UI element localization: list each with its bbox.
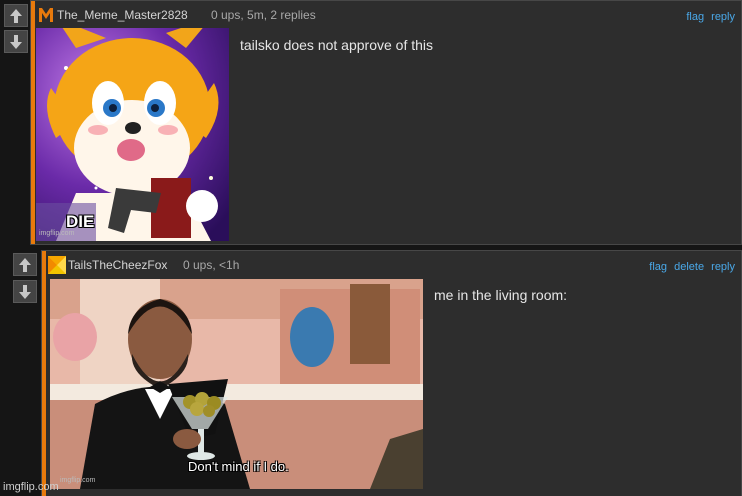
comment-meta: 0 ups, 5m, 2 replies: [211, 8, 316, 22]
comment-header: The_Meme_Master2828 0 ups, 5m, 2 replies…: [35, 6, 735, 25]
comment-image: DIE imgflip.com: [36, 28, 229, 241]
arrow-down-icon: [10, 35, 22, 49]
downvote-button[interactable]: [13, 280, 37, 303]
username-link[interactable]: The_Meme_Master2828: [57, 7, 188, 23]
reply-link[interactable]: reply: [711, 11, 735, 23]
comment-header: TailsTheCheezFox 0 ups, <1h flag delete …: [46, 256, 735, 275]
user-avatar-icon: [37, 6, 55, 24]
flag-link[interactable]: flag: [686, 11, 704, 23]
image-caption: DIE: [66, 212, 95, 231]
comment-text: tailsko does not approve of this: [240, 37, 434, 53]
comment: The_Meme_Master2828 0 ups, 5m, 2 replies…: [30, 0, 742, 245]
comment-actions: flag delete reply: [645, 259, 735, 275]
comment-actions: flag reply: [682, 9, 735, 25]
arrow-up-icon: [10, 9, 22, 23]
user-avatar-icon: [48, 256, 66, 274]
comment: TailsTheCheezFox 0 ups, <1h flag delete …: [41, 250, 742, 496]
upvote-button[interactable]: [4, 4, 28, 27]
downvote-button[interactable]: [4, 30, 28, 53]
arrow-up-icon: [19, 258, 31, 272]
comment-meta: 0 ups, <1h: [183, 258, 240, 272]
image-watermark: imgflip.com: [60, 477, 96, 484]
image-watermark: imgflip.com: [39, 230, 75, 237]
delete-link[interactable]: delete: [674, 261, 704, 273]
flag-link[interactable]: flag: [649, 261, 667, 273]
comment-image: Don't mind if I do. imgflip.com: [50, 279, 423, 489]
fox-illustration: [36, 28, 229, 241]
comment-accent-stripe: [42, 251, 46, 496]
arrow-down-icon: [19, 285, 31, 299]
man-with-drink-photo: [50, 279, 423, 489]
comment-accent-stripe: [31, 1, 35, 244]
footer-watermark: imgflip.com: [3, 481, 59, 493]
image-caption: Don't mind if I do.: [188, 459, 289, 474]
username-link[interactable]: TailsTheCheezFox: [68, 257, 167, 273]
reply-link[interactable]: reply: [711, 261, 735, 273]
upvote-button[interactable]: [13, 253, 37, 276]
comment-text: me in the living room:: [434, 287, 568, 303]
